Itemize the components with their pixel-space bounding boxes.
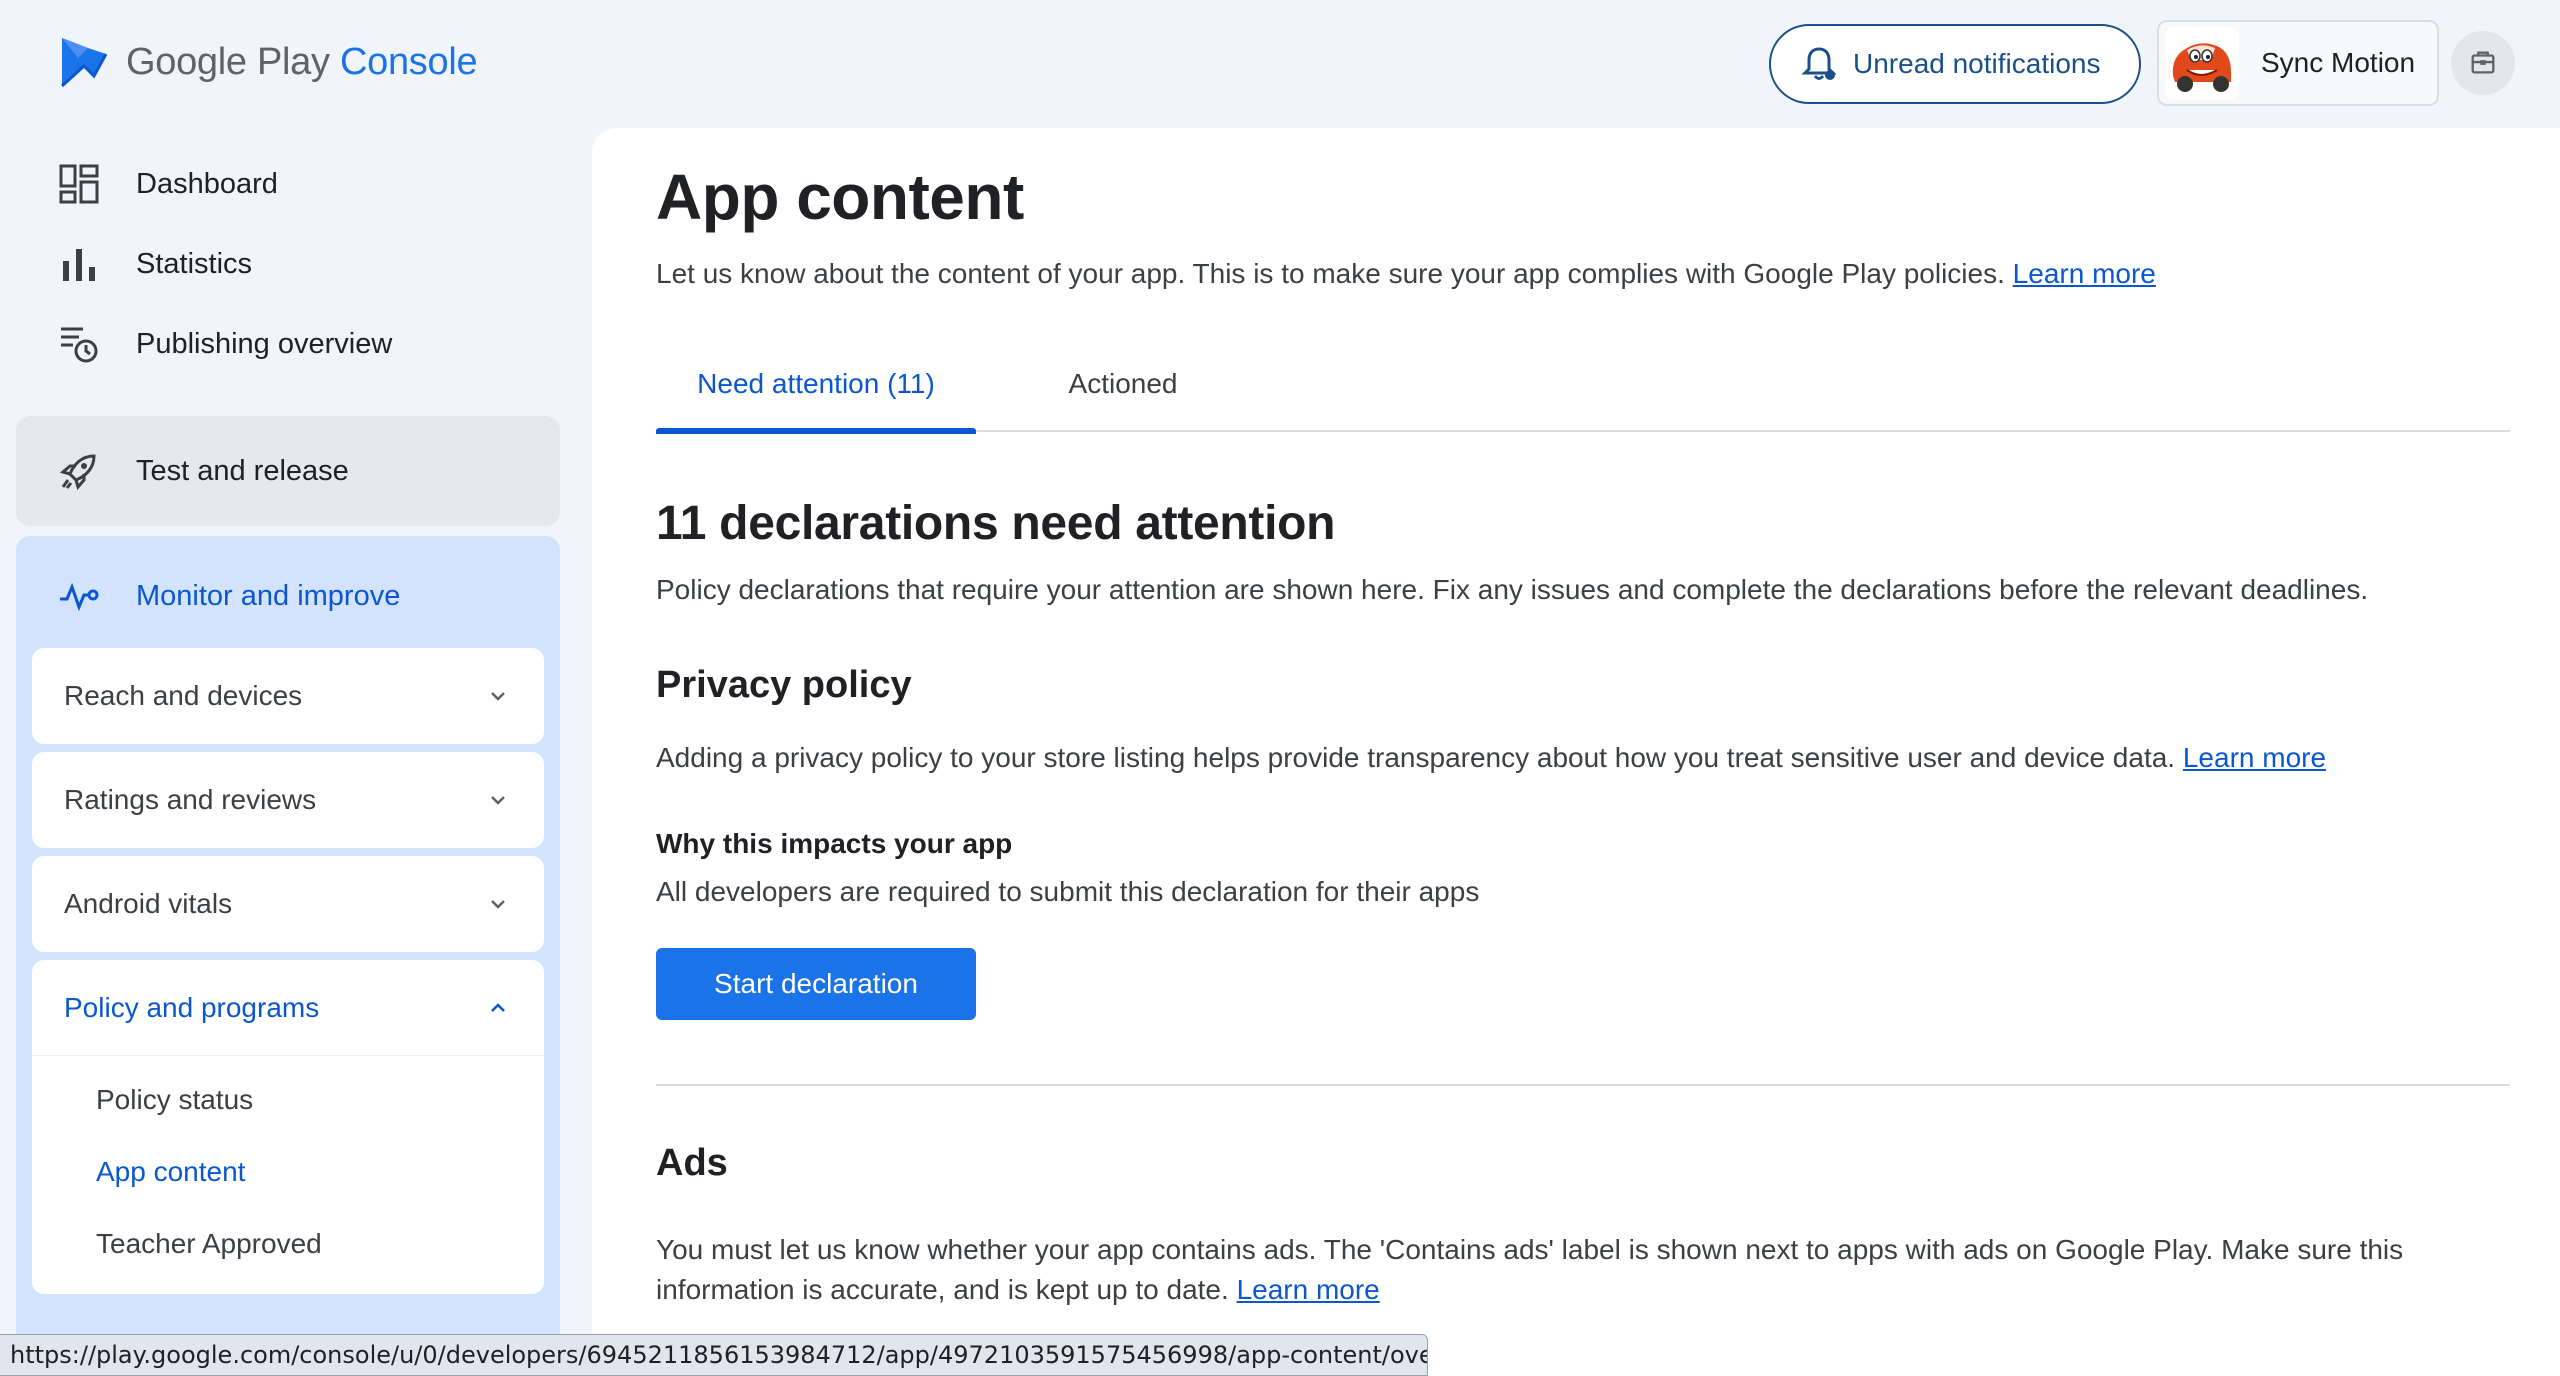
sidebar-section-test-and-release[interactable]: Test and release xyxy=(16,416,560,526)
ads-heading: Ads xyxy=(656,1142,728,1184)
play-console-logo-icon xyxy=(60,38,108,88)
tab-actioned[interactable]: Actioned xyxy=(1028,368,1218,432)
privacy-policy-text: Adding a privacy policy to your store li… xyxy=(656,742,2176,773)
chevron-down-icon xyxy=(491,796,505,805)
ads-learn-more-link[interactable]: Learn more xyxy=(1237,1274,1380,1305)
link-preview-statusbar: https://play.google.com/console/u/0/deve… xyxy=(0,1334,1428,1376)
unread-notifications-button[interactable]: Unread notifications xyxy=(1769,24,2141,104)
publishing-history-icon xyxy=(61,327,98,363)
main-content: App content Let us know about the conten… xyxy=(592,128,2560,1376)
start-declaration-button[interactable]: Start declaration xyxy=(656,948,976,1020)
chevron-down-icon xyxy=(491,900,505,909)
sidebar-group-label: Android vitals xyxy=(64,888,233,919)
policy-and-programs-header[interactable]: Policy and programs xyxy=(32,960,544,1056)
chevron-up-icon xyxy=(491,1002,505,1012)
sidebar-section-monitor-and-improve: Monitor and improve Reach and devices Ra… xyxy=(16,536,560,1376)
sidebar-item-policy-status[interactable]: Policy status xyxy=(96,1084,253,1116)
section-divider xyxy=(656,1084,2510,1086)
notification-bell-icon xyxy=(1801,47,1837,80)
privacy-learn-more-link[interactable]: Learn more xyxy=(2183,742,2326,773)
sidebar-group-label: Ratings and reviews xyxy=(64,784,317,815)
sidebar-item-dashboard[interactable]: Dashboard xyxy=(58,154,278,214)
sidebar-section-label: Monitor and improve xyxy=(136,579,401,612)
sidebar-item-teacher-approved[interactable]: Teacher Approved xyxy=(96,1228,322,1260)
top-bar: Google Play Console Unread notifications xyxy=(0,0,2560,128)
impact-text: All developers are required to submit th… xyxy=(656,876,1480,907)
sidebar-section-label: Test and release xyxy=(136,454,349,487)
developer-account-switcher[interactable]: Sync Motion xyxy=(2157,20,2439,106)
sidebar-item-app-content[interactable]: App content xyxy=(96,1156,245,1188)
privacy-policy-description: Adding a privacy policy to your store li… xyxy=(656,742,2326,774)
rocket-icon xyxy=(59,454,96,491)
bar-chart-icon xyxy=(63,249,95,281)
sidebar-item-label: Statistics xyxy=(136,247,253,280)
developer-account-name: Sync Motion xyxy=(2261,47,2416,78)
sidebar-nav: Dashboard Statistics Publishing overview… xyxy=(0,128,590,1376)
logo-brand: Google Play xyxy=(126,40,330,83)
tab-bar: Need attention (11) Actioned xyxy=(656,368,2510,434)
privacy-policy-heading: Privacy policy xyxy=(656,664,912,706)
sidebar-item-statistics[interactable]: Statistics xyxy=(58,234,252,294)
dashboard-icon xyxy=(59,164,99,204)
tab-need-attention[interactable]: Need attention (11) xyxy=(656,368,976,434)
page-subtitle: Let us know about the content of your ap… xyxy=(656,258,2156,290)
impact-heading: Why this impacts your app xyxy=(656,828,1013,859)
feedback-icon xyxy=(2471,51,2495,74)
sidebar-group-reach-and-devices[interactable]: Reach and devices xyxy=(32,648,544,744)
sidebar-group-label: Reach and devices xyxy=(64,680,303,711)
page-title: App content xyxy=(656,161,1024,233)
unread-notifications-label: Unread notifications xyxy=(1853,48,2101,79)
sidebar-group-label: Policy and programs xyxy=(64,991,320,1023)
ads-description: You must let us know whether your app co… xyxy=(656,1230,2496,1310)
page-subtitle-text: Let us know about the content of your ap… xyxy=(656,258,2005,289)
monitor-and-improve-header[interactable]: Monitor and improve xyxy=(58,566,400,626)
sidebar-group-policy-and-programs: Policy and programs Policy status App co… xyxy=(32,960,544,1294)
sidebar-group-ratings-and-reviews[interactable]: Ratings and reviews xyxy=(32,752,544,848)
attention-heading: 11 declarations need attention xyxy=(656,497,1336,550)
ads-text: You must let us know whether your app co… xyxy=(656,1234,2404,1305)
sidebar-item-publishing-overview[interactable]: Publishing overview xyxy=(58,314,392,374)
pulse-icon xyxy=(60,582,99,612)
play-console-logo[interactable]: Google Play Console xyxy=(58,36,478,88)
learn-more-link[interactable]: Learn more xyxy=(2013,258,2156,289)
attention-description: Policy declarations that require your at… xyxy=(656,574,2369,605)
sidebar-item-label: Dashboard xyxy=(136,167,278,200)
chevron-down-icon xyxy=(491,692,505,701)
developer-avatar xyxy=(2165,26,2239,100)
sidebar-group-android-vitals[interactable]: Android vitals xyxy=(32,856,544,952)
logo-product: Console xyxy=(339,40,478,83)
report-issue-button[interactable] xyxy=(2451,31,2515,95)
red-car-mascot-icon xyxy=(2165,26,2239,100)
sidebar-item-label: Publishing overview xyxy=(136,327,393,360)
